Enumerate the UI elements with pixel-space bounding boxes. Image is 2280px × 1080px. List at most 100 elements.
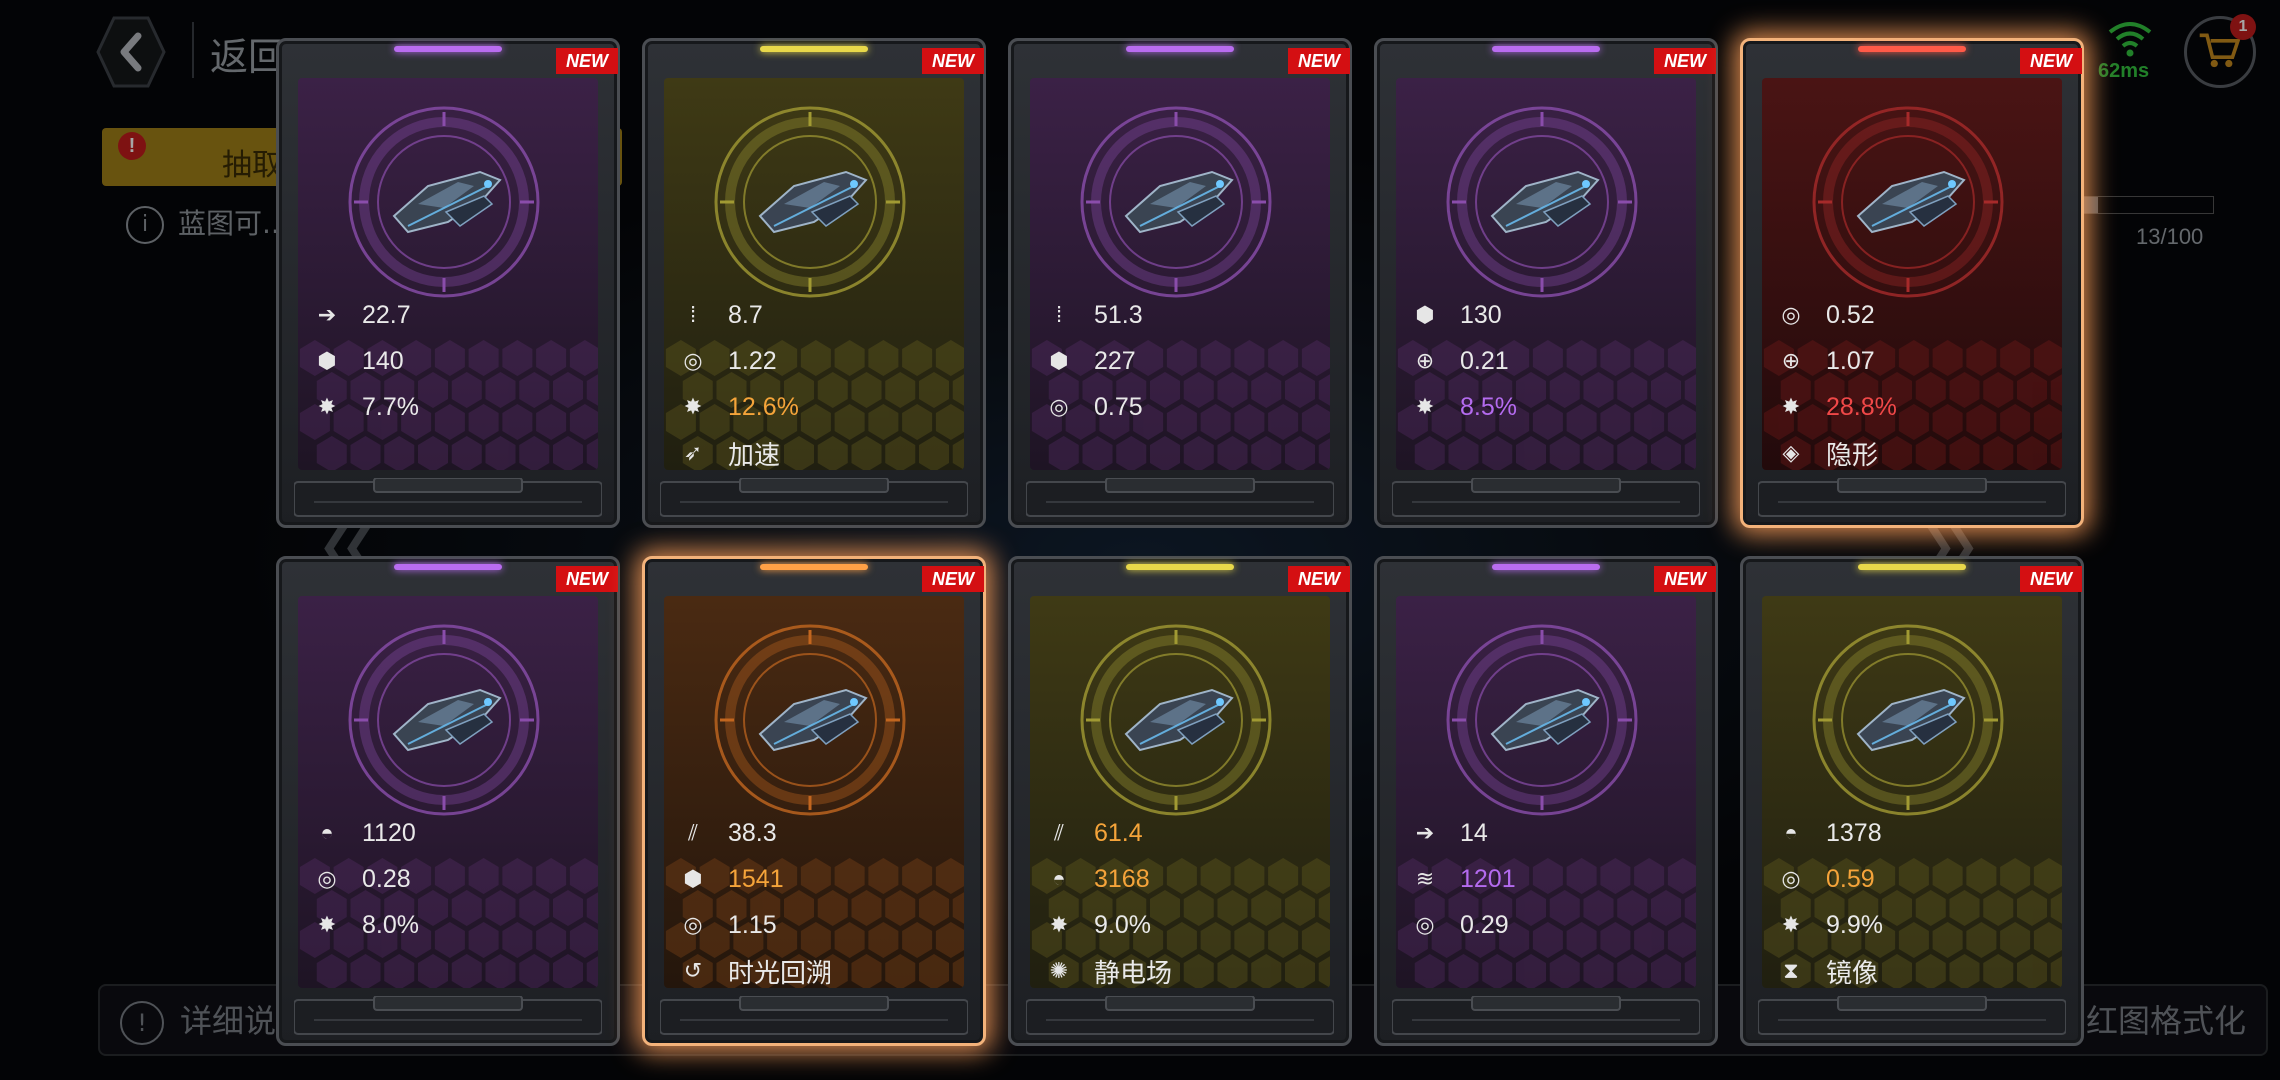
card-stat: ➔ 14 <box>1408 810 1688 856</box>
reward-card[interactable]: NEW ⫽ 38.3 ⬢ 1541 ◎ 1.15 ↺ 时光回溯 <box>642 556 986 1046</box>
card-stats: ⫽ 38.3 ⬢ 1541 ◎ 1.15 ↺ 时光回溯 <box>676 810 956 989</box>
crosshair-icon: ⊕ <box>1781 348 1801 373</box>
new-badge: NEW <box>556 48 618 74</box>
cloak-icon: ◈ <box>1782 440 1800 465</box>
spaceship-icon <box>1124 688 1234 752</box>
rewind-icon: ↺ <box>683 958 703 983</box>
card-stat: ✸ 8.0% <box>310 902 590 948</box>
stat-value: 8.7 <box>728 300 763 329</box>
card-stats: ⁞ 8.7 ◎ 1.22 ✸ 12.6% ➶ 加速 <box>676 292 956 471</box>
new-badge: NEW <box>2020 48 2082 74</box>
card-stats: ⫽ 61.4 ◓ 3168 ✸ 9.0% ✺ 静电场 <box>1042 810 1322 989</box>
card-stats: ⬢ 130 ⊕ 0.21 ✸ 8.5% <box>1408 292 1688 430</box>
crosshair-icon: ⊕ <box>1415 348 1435 373</box>
new-badge: NEW <box>922 48 984 74</box>
blades-icon: ⫽ <box>1054 820 1064 845</box>
card-stat: ⫽ 61.4 <box>1042 810 1322 856</box>
reward-card[interactable]: NEW ◓ 1378 ◎ 0.59 ✸ 9.9% ⧗ 镜像 <box>1740 556 2084 1046</box>
reward-card[interactable]: NEW ➔ 22.7 ⬢ 140 ✸ 7.7% <box>276 38 620 528</box>
crit-icon: ✸ <box>1049 912 1069 937</box>
stat-value: 1.15 <box>728 910 777 939</box>
card-skill: ⧗ 镜像 <box>1774 948 2054 988</box>
arrow-icon: ➔ <box>1415 820 1435 845</box>
gear-icon: ◎ <box>1049 394 1069 419</box>
card-base <box>1392 996 1700 1035</box>
stat-value: 0.29 <box>1460 910 1509 939</box>
card-panel: ➔ 14 ≋ 1201 ◎ 0.29 <box>1396 596 1696 988</box>
crit-icon: ✸ <box>1415 394 1435 419</box>
card-stat: ✸ 7.7% <box>310 384 590 430</box>
card-stat: ◓ 1120 <box>310 810 590 856</box>
reward-card[interactable]: NEW ⫽ 61.4 ◓ 3168 ✸ 9.0% ✺ 静电场 <box>1008 556 1352 1046</box>
card-stat: ◎ 0.52 <box>1774 292 2054 338</box>
stat-value: 1120 <box>362 818 416 847</box>
shield-cells-icon: ⬢ <box>1415 302 1435 327</box>
card-base <box>1026 996 1334 1035</box>
new-badge: NEW <box>1654 566 1716 592</box>
reward-card[interactable]: NEW ⬢ 130 ⊕ 0.21 ✸ 8.5% <box>1374 38 1718 528</box>
rarity-strip <box>394 46 502 52</box>
card-base <box>660 996 968 1035</box>
card-stat: ⬢ 130 <box>1408 292 1688 338</box>
reward-card[interactable]: NEW ◓ 1120 ◎ 0.28 ✸ 8.0% <box>276 556 620 1046</box>
card-stat: ≋ 1201 <box>1408 856 1688 902</box>
card-stat: ◎ 1.22 <box>676 338 956 384</box>
card-panel: ⫽ 38.3 ⬢ 1541 ◎ 1.15 ↺ 时光回溯 <box>664 596 964 988</box>
spaceship-icon <box>758 170 868 234</box>
stat-value: 140 <box>362 346 404 375</box>
new-badge: NEW <box>1288 566 1350 592</box>
stat-value: 227 <box>1094 346 1136 375</box>
card-skill: ✺ 静电场 <box>1042 948 1322 988</box>
stat-value: 1378 <box>1826 818 1882 847</box>
stat-value: 7.7% <box>362 392 419 421</box>
card-stat: ◓ 1378 <box>1774 810 2054 856</box>
crit-icon: ✸ <box>683 394 703 419</box>
reward-card[interactable]: NEW ◎ 0.52 ⊕ 1.07 ✸ 28.8% ◈ 隐形 <box>1740 38 2084 528</box>
card-stat: ◎ 0.29 <box>1408 902 1688 948</box>
card-stat: ⊕ 1.07 <box>1774 338 2054 384</box>
ammo-icon: ⁞ <box>1055 302 1063 327</box>
new-badge: NEW <box>1288 48 1350 74</box>
stat-value: 1.07 <box>1826 346 1875 375</box>
crit-icon: ✸ <box>1781 912 1801 937</box>
card-skill: ◈ 隐形 <box>1774 430 2054 470</box>
new-badge: NEW <box>922 566 984 592</box>
stat-value: 9.0% <box>1094 910 1151 939</box>
gear-icon: ◎ <box>1781 302 1801 327</box>
hull-icon: ≋ <box>1415 866 1435 891</box>
rarity-strip <box>394 564 502 570</box>
armor-icon: ◓ <box>1784 820 1798 845</box>
stat-value: 28.8% <box>1826 392 1897 421</box>
spaceship-icon <box>392 688 502 752</box>
rarity-strip <box>1126 564 1234 570</box>
card-stat: ➔ 22.7 <box>310 292 590 338</box>
stat-value: 22.7 <box>362 300 411 329</box>
stat-value: 8.0% <box>362 910 419 939</box>
spaceship-icon <box>392 170 502 234</box>
stat-value: 时光回溯 <box>728 958 833 989</box>
card-panel: ⬢ 130 ⊕ 0.21 ✸ 8.5% <box>1396 78 1696 470</box>
spaceship-icon <box>1490 170 1600 234</box>
reward-card[interactable]: NEW ⁞ 51.3 ⬢ 227 ◎ 0.75 <box>1008 38 1352 528</box>
stat-value: 静电场 <box>1094 958 1173 989</box>
spaceship-icon <box>1490 688 1600 752</box>
crit-icon: ✸ <box>317 912 337 937</box>
card-stat: ⬢ 140 <box>310 338 590 384</box>
card-stats: ➔ 14 ≋ 1201 ◎ 0.29 <box>1408 810 1688 948</box>
card-stat: ✸ 28.8% <box>1774 384 2054 430</box>
armor-icon: ◓ <box>320 820 334 845</box>
card-panel: ⁞ 8.7 ◎ 1.22 ✸ 12.6% ➶ 加速 <box>664 78 964 470</box>
stat-value: 3168 <box>1094 864 1150 893</box>
card-stat: ⁞ 51.3 <box>1042 292 1322 338</box>
stat-value: 1541 <box>728 864 784 893</box>
reward-card[interactable]: NEW ⁞ 8.7 ◎ 1.22 ✸ 12.6% ➶ 加速 <box>642 38 986 528</box>
card-stat: ✸ 8.5% <box>1408 384 1688 430</box>
card-stat: ⁞ 8.7 <box>676 292 956 338</box>
reward-card[interactable]: NEW ➔ 14 ≋ 1201 ◎ 0.29 <box>1374 556 1718 1046</box>
stat-value: 0.21 <box>1460 346 1509 375</box>
stat-value: 隐形 <box>1826 440 1879 471</box>
stat-value: 8.5% <box>1460 392 1517 421</box>
stat-value: 0.75 <box>1094 392 1143 421</box>
stat-value: 1.22 <box>728 346 777 375</box>
gear-icon: ◎ <box>1781 866 1801 891</box>
